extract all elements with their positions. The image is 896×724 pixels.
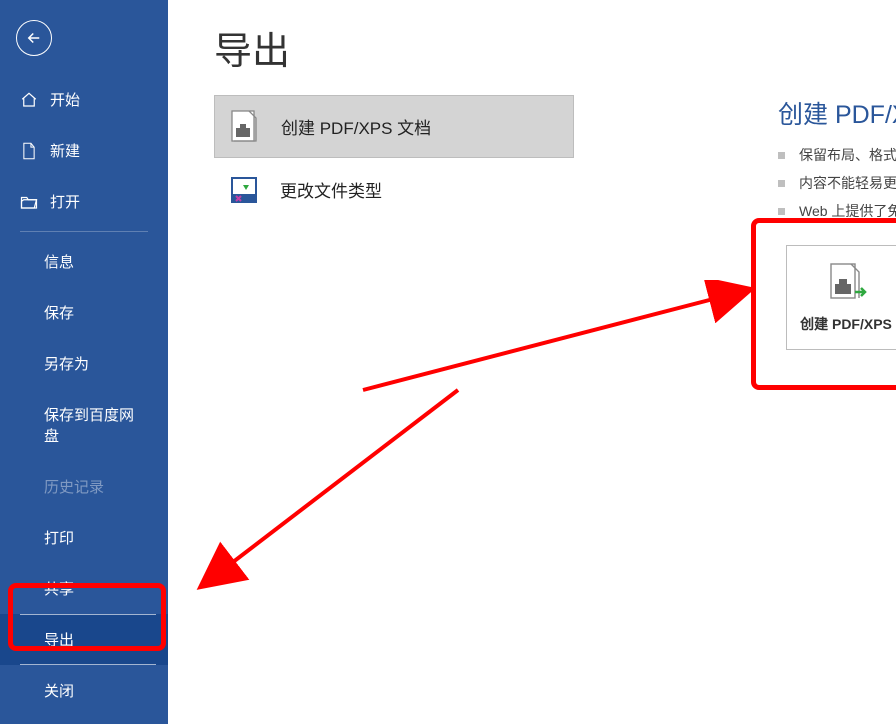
sidebar-item-label: 共享 bbox=[44, 578, 74, 599]
sidebar-item-label: 关闭 bbox=[44, 680, 74, 701]
divider bbox=[20, 231, 148, 232]
right-title: 创建 PDF/XPS 文档 bbox=[778, 95, 896, 131]
sidebar-item-label: 导出 bbox=[44, 629, 74, 650]
sidebar-item-saveas[interactable]: 另存为 bbox=[0, 338, 168, 389]
option-label: 更改文件类型 bbox=[280, 177, 382, 202]
sidebar-item-label: 历史记录 bbox=[44, 476, 104, 497]
sidebar: 开始 新建 打开 信息 保存 另存为 保存到百度网盘 历史记录 打印 共享 导出… bbox=[0, 0, 168, 724]
sidebar-item-new[interactable]: 新建 bbox=[0, 125, 168, 176]
main-panel: 导出 创建 PDF/XPS 文档 bbox=[168, 0, 896, 724]
sidebar-item-label: 新建 bbox=[50, 140, 80, 161]
pdf-document-icon bbox=[229, 109, 261, 145]
sidebar-item-label: 打开 bbox=[50, 191, 80, 212]
annotation-arrow bbox=[188, 380, 468, 600]
sidebar-item-print[interactable]: 打印 bbox=[0, 512, 168, 563]
create-button-label: 创建 PDF/XPS bbox=[800, 314, 892, 334]
option-label: 创建 PDF/XPS 文档 bbox=[281, 114, 431, 139]
bullet-square-icon bbox=[778, 180, 785, 187]
option-change-file-type[interactable]: 更改文件类型 bbox=[214, 158, 574, 221]
right-panel: 创建 PDF/XPS 文档 保留布局、格式、字体和图像 内容不能轻易更改 Web… bbox=[778, 95, 896, 225]
sidebar-item-label: 另存为 bbox=[44, 353, 89, 374]
sidebar-item-save[interactable]: 保存 bbox=[0, 287, 168, 338]
sidebar-item-export[interactable]: 导出 bbox=[0, 614, 168, 665]
bullet-square-icon bbox=[778, 208, 785, 215]
bullet-text: Web 上提供了免费查看器 bbox=[799, 201, 896, 221]
sidebar-item-label: 保存 bbox=[44, 302, 74, 323]
sidebar-item-label: 开始 bbox=[50, 89, 80, 110]
sidebar-item-close[interactable]: 关闭 bbox=[0, 665, 168, 716]
sidebar-item-share[interactable]: 共享 bbox=[0, 563, 168, 614]
sidebar-item-label: 保存到百度网盘 bbox=[44, 404, 148, 446]
back-arrow-icon bbox=[25, 29, 43, 47]
sidebar-item-label: 打印 bbox=[44, 527, 74, 548]
back-button[interactable] bbox=[16, 20, 52, 56]
create-pdf-xps-button[interactable]: 创建 PDF/XPS bbox=[786, 245, 896, 350]
home-icon bbox=[20, 91, 38, 109]
new-doc-icon bbox=[20, 142, 38, 160]
sidebar-item-info[interactable]: 信息 bbox=[0, 236, 168, 287]
sidebar-item-history: 历史记录 bbox=[0, 461, 168, 512]
annotation-arrow bbox=[353, 280, 763, 400]
page-title: 导出 bbox=[214, 20, 896, 75]
option-create-pdf-xps[interactable]: 创建 PDF/XPS 文档 bbox=[214, 95, 574, 158]
pdf-export-icon bbox=[825, 262, 867, 306]
change-type-icon bbox=[228, 172, 260, 208]
bullet-item: 内容不能轻易更改 bbox=[778, 169, 896, 197]
bullet-item: Web 上提供了免费查看器 bbox=[778, 197, 896, 225]
sidebar-item-label: 信息 bbox=[44, 251, 74, 272]
bullet-square-icon bbox=[778, 152, 785, 159]
sidebar-item-save-baidu[interactable]: 保存到百度网盘 bbox=[0, 389, 168, 461]
bullet-item: 保留布局、格式、字体和图像 bbox=[778, 141, 896, 169]
bullet-text: 保留布局、格式、字体和图像 bbox=[799, 145, 896, 165]
open-folder-icon bbox=[20, 193, 38, 211]
sidebar-item-open[interactable]: 打开 bbox=[0, 176, 168, 227]
bullet-list: 保留布局、格式、字体和图像 内容不能轻易更改 Web 上提供了免费查看器 bbox=[778, 141, 896, 225]
sidebar-item-start[interactable]: 开始 bbox=[0, 74, 168, 125]
bullet-text: 内容不能轻易更改 bbox=[799, 173, 896, 193]
